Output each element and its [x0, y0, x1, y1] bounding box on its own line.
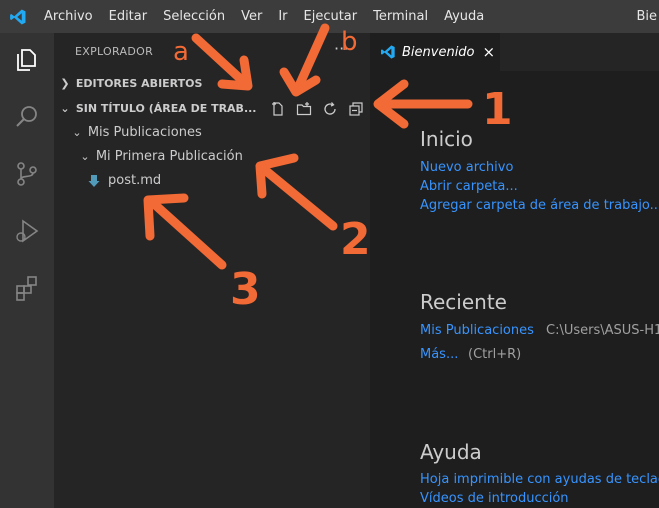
- tree-folder-mis-publicaciones[interactable]: ⌄ Mis Publicaciones: [54, 121, 370, 143]
- tab-bienvenido[interactable]: Bienvenido ×: [370, 33, 500, 71]
- refresh-icon[interactable]: [322, 101, 338, 117]
- folder-label: Mis Publicaciones: [87, 125, 202, 140]
- menu-bar: Archivo Editar Selección Ver Ir Ejecutar…: [0, 0, 659, 33]
- more-recent-link[interactable]: Más...: [420, 347, 458, 362]
- help-heading: Ayuda: [420, 440, 482, 464]
- editor-tab-bar: Bienvenido ×: [370, 33, 659, 71]
- file-label: post.md: [108, 173, 162, 188]
- new-file-link[interactable]: Nuevo archivo: [420, 160, 513, 175]
- menu-archivo[interactable]: Archivo: [36, 0, 101, 33]
- vscode-logo-icon: [0, 0, 36, 33]
- recent-item-path: C:\Users\ASUS-H1: [546, 323, 659, 338]
- source-control-icon[interactable]: [13, 160, 41, 188]
- tree-file-post-md[interactable]: post.md: [54, 170, 370, 192]
- menu-ayuda[interactable]: Ayuda: [436, 0, 492, 33]
- chevron-down-icon: ⌄: [60, 102, 70, 115]
- recent-heading: Reciente: [420, 290, 507, 314]
- new-folder-icon[interactable]: [296, 101, 312, 117]
- extensions-icon[interactable]: [13, 274, 41, 302]
- open-folder-link[interactable]: Abrir carpeta...: [420, 179, 518, 194]
- activity-bar: [0, 33, 54, 508]
- menu-ir[interactable]: Ir: [270, 0, 295, 33]
- run-debug-icon[interactable]: [13, 217, 41, 245]
- tab-label: Bienvenido: [402, 44, 475, 60]
- markdown-file-icon: [88, 175, 100, 187]
- menu-seleccion[interactable]: Selección: [155, 0, 233, 33]
- vscode-logo-icon: [381, 45, 395, 59]
- workspace-toolbar: [270, 98, 364, 120]
- intro-videos-link[interactable]: Vídeos de introducción: [420, 491, 569, 506]
- recent-item-link[interactable]: Mis Publicaciones: [420, 323, 534, 338]
- folder-label: Mi Primera Publicación: [95, 149, 243, 164]
- chevron-right-icon: ❯: [60, 77, 70, 90]
- chevron-down-icon: ⌄: [80, 150, 90, 163]
- start-heading: Inicio: [420, 127, 473, 151]
- welcome-page: Inicio Nuevo archivo Abrir carpeta... Ag…: [370, 71, 659, 508]
- close-icon[interactable]: ×: [483, 43, 496, 61]
- workspace-label: SIN TÍTULO (ÁREA DE TRAB...: [75, 102, 257, 115]
- menu-editar[interactable]: Editar: [101, 0, 156, 33]
- open-editors-section[interactable]: ❯ EDITORES ABIERTOS: [54, 73, 370, 95]
- workspace-section[interactable]: ⌄ SIN TÍTULO (ÁREA DE TRAB...: [54, 98, 370, 120]
- menu-ver[interactable]: Ver: [233, 0, 270, 33]
- open-editors-label: EDITORES ABIERTOS: [75, 77, 203, 90]
- add-workspace-folder-link[interactable]: Agregar carpeta de área de trabajo...: [420, 198, 659, 213]
- keyboard-cheatsheet-link[interactable]: Hoja imprimible con ayudas de teclad: [420, 472, 659, 487]
- explorer-sidebar: EXPLORADOR ··· ❯ EDITORES ABIERTOS ⌄ SIN…: [54, 33, 370, 508]
- collapse-all-icon[interactable]: [348, 101, 364, 117]
- more-actions-button[interactable]: ···: [334, 39, 349, 58]
- explorer-title: EXPLORADOR: [75, 45, 154, 58]
- more-recent-hint: (Ctrl+R): [468, 347, 522, 362]
- new-file-icon[interactable]: [270, 101, 286, 117]
- search-icon[interactable]: [13, 103, 41, 131]
- menu-terminal[interactable]: Terminal: [365, 0, 436, 33]
- window-title: Bie: [636, 9, 657, 24]
- explorer-icon[interactable]: [13, 46, 41, 74]
- tree-folder-mi-primera-publicacion[interactable]: ⌄ Mi Primera Publicación: [54, 145, 370, 167]
- chevron-down-icon: ⌄: [72, 126, 82, 139]
- menu-ejecutar[interactable]: Ejecutar: [296, 0, 366, 33]
